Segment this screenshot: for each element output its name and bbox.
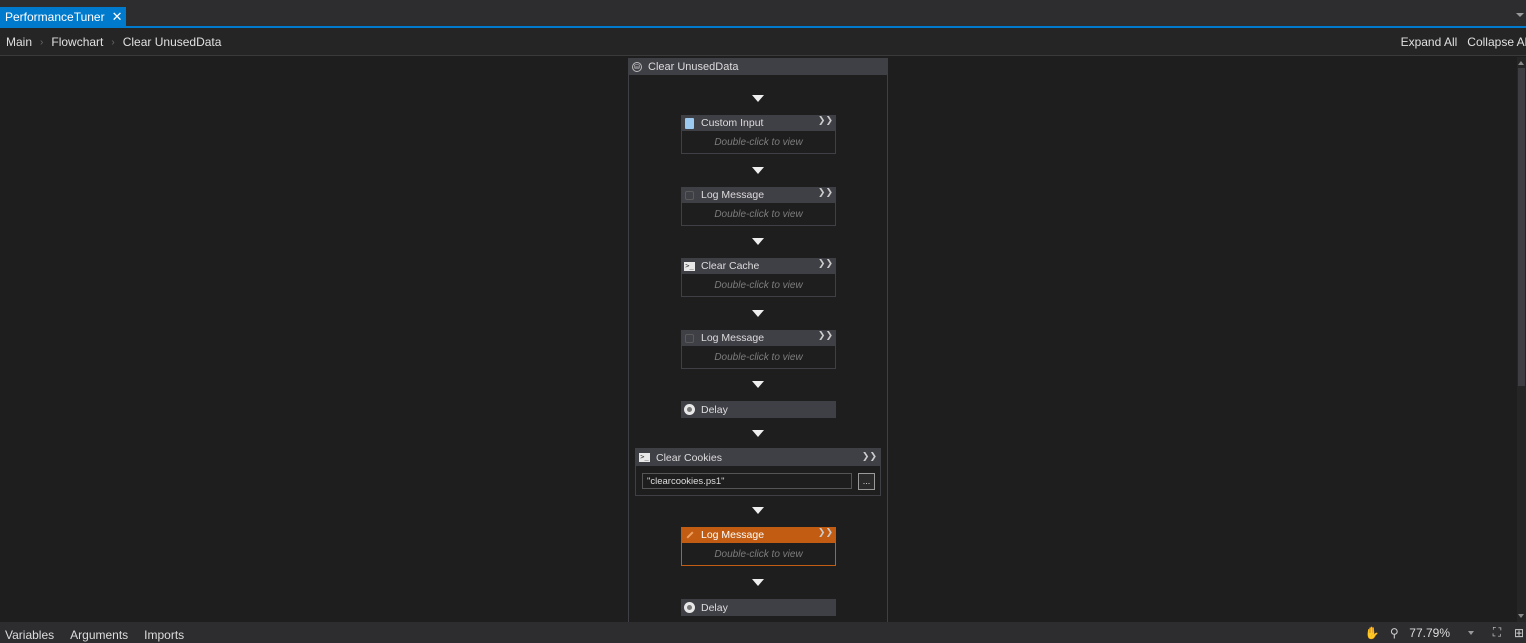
activity-title: Clear Cookies bbox=[656, 451, 722, 464]
tab-imports[interactable]: Imports bbox=[144, 628, 184, 642]
log-icon bbox=[684, 333, 695, 344]
flow-arrow-icon bbox=[752, 430, 764, 437]
delay-icon bbox=[684, 602, 695, 613]
tab-arguments[interactable]: Arguments bbox=[70, 628, 128, 642]
activity-header[interactable]: >_ Clear Cookies ❯❯ bbox=[636, 449, 880, 466]
breadcrumb: Main › Flowchart › Clear UnusedData bbox=[6, 28, 221, 56]
activity-title: Custom Input bbox=[701, 117, 764, 129]
scrollbar-thumb[interactable] bbox=[1518, 68, 1525, 386]
activity-log-message[interactable]: Log Message ❯❯ Double-click to view bbox=[681, 187, 836, 226]
zoom-level[interactable]: 77.79% bbox=[1409, 626, 1450, 640]
breadcrumb-item-main[interactable]: Main bbox=[6, 35, 32, 49]
vertical-scrollbar[interactable] bbox=[1517, 57, 1526, 622]
activity-hint: Double-click to view bbox=[681, 203, 836, 226]
script-path-input[interactable] bbox=[642, 473, 852, 489]
activity-header[interactable]: >_ Clear Cache ❯❯ bbox=[681, 258, 836, 274]
activity-title: Log Message bbox=[701, 529, 765, 541]
activity-header[interactable]: Delay bbox=[681, 401, 836, 418]
hand-pan-icon[interactable]: ✋ bbox=[1365, 626, 1380, 640]
breadcrumb-separator-icon: › bbox=[40, 36, 44, 48]
activity-log-message-selected[interactable]: Log Message ❯❯ Double-click to view bbox=[681, 527, 836, 566]
activity-log-message[interactable]: Log Message ❯❯ Double-click to view bbox=[681, 330, 836, 369]
expand-chevron-icon[interactable]: ❯❯ bbox=[818, 116, 833, 125]
document-icon bbox=[684, 117, 695, 129]
scroll-up-icon[interactable] bbox=[1518, 61, 1524, 65]
activity-title: Delay bbox=[701, 601, 728, 614]
delay-icon bbox=[684, 404, 695, 415]
flow-arrow-icon bbox=[752, 579, 764, 586]
activity-custom-input[interactable]: Custom Input ❯❯ Double-click to view bbox=[681, 115, 836, 154]
expand-collapse-actions: Expand All Collapse All bbox=[1401, 28, 1526, 56]
activity-title: Log Message bbox=[701, 332, 765, 344]
activity-title: Log Message bbox=[701, 189, 765, 201]
flow-arrow-icon bbox=[752, 95, 764, 102]
scroll-down-icon[interactable] bbox=[1518, 614, 1524, 618]
activity-hint: Double-click to view bbox=[681, 543, 836, 566]
document-tab-bar: PerformanceTuner ✕ bbox=[0, 0, 1526, 26]
breadcrumb-item-clear-unuseddata[interactable]: Clear UnusedData bbox=[123, 35, 222, 49]
activity-clear-cache[interactable]: >_ Clear Cache ❯❯ Double-click to view bbox=[681, 258, 836, 297]
activity-clear-cookies[interactable]: >_ Clear Cookies ❯❯ ... bbox=[635, 448, 881, 496]
tab-performance-tuner[interactable]: PerformanceTuner ✕ bbox=[0, 7, 126, 26]
tab-variables[interactable]: Variables bbox=[5, 628, 54, 642]
zoom-dropdown-icon[interactable] bbox=[1468, 630, 1474, 635]
browse-button[interactable]: ... bbox=[858, 473, 875, 490]
expand-chevron-icon[interactable]: ❯❯ bbox=[862, 451, 877, 462]
collapse-all-button[interactable]: Collapse All bbox=[1467, 35, 1526, 49]
sequence-title: Clear UnusedData bbox=[648, 61, 739, 73]
activity-header[interactable]: Custom Input ❯❯ bbox=[681, 115, 836, 131]
expand-all-button[interactable]: Expand All bbox=[1401, 35, 1458, 49]
fit-to-screen-icon[interactable]: ⛶ bbox=[1490, 625, 1504, 640]
powershell-icon: >_ bbox=[639, 453, 650, 462]
activity-header[interactable]: Delay bbox=[681, 599, 836, 616]
status-bar: Variables Arguments Imports ✋ ⚲ 77.79% ⛶… bbox=[0, 622, 1526, 643]
activity-delay[interactable]: Delay bbox=[681, 401, 836, 418]
flow-arrow-icon bbox=[752, 507, 764, 514]
activity-header[interactable]: Log Message ❯❯ bbox=[681, 330, 836, 346]
activity-hint: Double-click to view bbox=[681, 274, 836, 297]
powershell-icon: >_ bbox=[684, 261, 695, 271]
bottom-panel-tabs: Variables Arguments Imports bbox=[5, 622, 184, 643]
sequence-header[interactable]: ⛁ Clear UnusedData bbox=[629, 59, 887, 75]
zoom-controls: ✋ ⚲ 77.79% ⛶ ⊞ bbox=[1365, 622, 1526, 643]
activity-header[interactable]: Log Message ❯❯ bbox=[681, 187, 836, 203]
activity-hint: Double-click to view bbox=[681, 346, 836, 369]
flow-arrow-icon bbox=[752, 310, 764, 317]
breadcrumb-separator-icon: › bbox=[111, 36, 115, 48]
expand-chevron-icon[interactable]: ❯❯ bbox=[818, 331, 833, 340]
activity-title: Delay bbox=[701, 403, 728, 416]
tab-title: PerformanceTuner bbox=[5, 9, 105, 24]
flow-arrow-icon bbox=[752, 238, 764, 245]
activity-title: Clear Cache bbox=[701, 260, 760, 272]
log-icon bbox=[684, 190, 695, 201]
expand-chevron-icon[interactable]: ❯❯ bbox=[818, 528, 833, 537]
pencil-icon bbox=[684, 530, 695, 541]
tab-list-dropdown-icon[interactable] bbox=[1516, 13, 1524, 17]
breadcrumb-item-flowchart[interactable]: Flowchart bbox=[51, 35, 103, 49]
flow-arrow-icon bbox=[752, 167, 764, 174]
activity-delay[interactable]: Delay bbox=[681, 599, 836, 616]
sequence-icon: ⛁ bbox=[632, 62, 642, 72]
expand-chevron-icon[interactable]: ❯❯ bbox=[818, 188, 833, 197]
activity-hint: Double-click to view bbox=[681, 131, 836, 154]
breadcrumb-bar: Main › Flowchart › Clear UnusedData Expa… bbox=[0, 28, 1526, 56]
overview-map-icon[interactable]: ⊞ bbox=[1512, 626, 1526, 640]
zoom-magnifier-icon[interactable]: ⚲ bbox=[1387, 626, 1401, 640]
activity-header[interactable]: Log Message ❯❯ bbox=[681, 527, 836, 543]
close-icon[interactable]: ✕ bbox=[112, 10, 123, 23]
expand-chevron-icon[interactable]: ❯❯ bbox=[818, 259, 833, 268]
flow-arrow-icon bbox=[752, 381, 764, 388]
